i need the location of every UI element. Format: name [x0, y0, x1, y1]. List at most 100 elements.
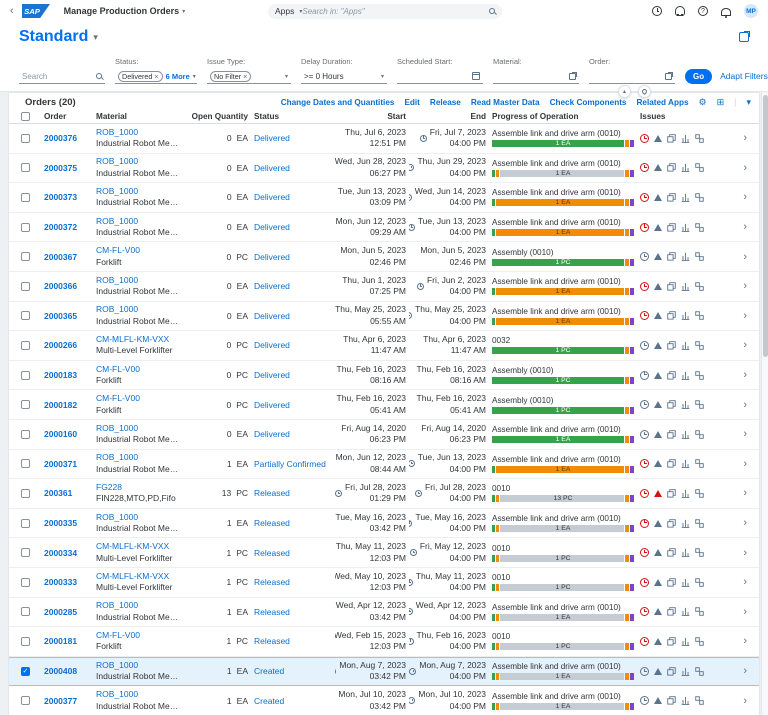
order-link[interactable]: 2000266: [44, 340, 77, 350]
material-link[interactable]: ROB_1000: [96, 186, 182, 197]
issue-type-filter-control[interactable]: No Filter× ▾: [207, 69, 291, 84]
order-link[interactable]: 2000371: [44, 459, 77, 469]
support-icon[interactable]: [675, 6, 685, 16]
row-checkbox[interactable]: [21, 519, 30, 528]
delay-duration-filter-control[interactable]: >= 0 Hours ▾: [301, 69, 387, 84]
status-filter-control[interactable]: Delivered× 6 More ▾: [115, 69, 197, 84]
row-navigation-chevron[interactable]: ›: [729, 695, 755, 707]
shell-search[interactable]: Apps ▾: [268, 4, 502, 19]
help-icon[interactable]: ?: [698, 6, 708, 16]
row-checkbox[interactable]: [21, 371, 30, 380]
row-checkbox[interactable]: [21, 400, 30, 409]
column-header-progress[interactable]: Progress of Operation: [489, 112, 637, 121]
row-checkbox[interactable]: [21, 548, 30, 557]
order-link[interactable]: 2000160: [44, 429, 77, 439]
calendar-icon[interactable]: [472, 72, 480, 80]
table-row[interactable]: 2000266 CM-MLFL-KM-VXX Multi-Level Forkl…: [9, 331, 759, 361]
export-icon[interactable]: ⊞: [717, 97, 725, 108]
chevron-down-icon[interactable]: ▾: [285, 73, 288, 80]
row-navigation-chevron[interactable]: ›: [729, 606, 755, 618]
value-help-icon[interactable]: [569, 73, 576, 80]
row-navigation-chevron[interactable]: ›: [729, 369, 755, 381]
table-row[interactable]: 2000335 ROB_1000 Industrial Robot Medium…: [9, 509, 759, 539]
column-header-order[interactable]: Order: [41, 112, 93, 121]
material-link[interactable]: ROB_1000: [96, 689, 182, 700]
row-checkbox[interactable]: [21, 696, 30, 705]
order-link[interactable]: 2000182: [44, 400, 77, 410]
search-icon[interactable]: [489, 8, 495, 14]
row-navigation-chevron[interactable]: ›: [729, 132, 755, 144]
material-link[interactable]: FG228: [96, 482, 182, 493]
table-row[interactable]: 2000366 ROB_1000 Industrial Robot Medium…: [9, 272, 759, 302]
table-row[interactable]: 2000182 CM-FL-V00 Forklift 0 PC Delivere…: [9, 390, 759, 420]
row-checkbox[interactable]: [21, 341, 30, 350]
share-icon[interactable]: [739, 32, 749, 42]
chevron-down-icon[interactable]: ▾: [93, 32, 98, 43]
order-link[interactable]: 2000372: [44, 222, 77, 232]
adapt-filters-link[interactable]: Adapt Filters (3): [720, 69, 768, 84]
row-navigation-chevron[interactable]: ›: [729, 251, 755, 263]
search-input[interactable]: [22, 72, 93, 81]
order-link[interactable]: 200361: [44, 488, 72, 498]
row-checkbox[interactable]: [21, 163, 30, 172]
related-apps-button[interactable]: Related Apps: [636, 98, 688, 107]
row-navigation-chevron[interactable]: ›: [729, 517, 755, 529]
material-link[interactable]: ROB_1000: [96, 452, 182, 463]
scheduled-start-filter-control[interactable]: [397, 69, 483, 84]
select-all-checkbox[interactable]: [21, 112, 30, 121]
pin-filter-bar-button[interactable]: [638, 85, 651, 98]
issue-type-token[interactable]: No Filter×: [210, 71, 251, 82]
table-row[interactable]: 200361 FG228 FIN228,MTO,PD,Fifo 13 PC Re…: [9, 479, 759, 509]
table-row[interactable]: 2000334 CM-MLFL-KM-VXX Multi-Level Forkl…: [9, 538, 759, 568]
row-navigation-chevron[interactable]: ›: [729, 221, 755, 233]
row-navigation-chevron[interactable]: ›: [729, 162, 755, 174]
column-header-issues[interactable]: Issues: [637, 112, 729, 121]
row-navigation-chevron[interactable]: ›: [729, 339, 755, 351]
row-navigation-chevron[interactable]: ›: [729, 635, 755, 647]
order-link[interactable]: 2000183: [44, 370, 77, 380]
change-dates-quantities-button[interactable]: Change Dates and Quantities: [281, 98, 395, 107]
material-link[interactable]: ROB_1000: [96, 275, 182, 286]
row-checkbox[interactable]: [21, 430, 30, 439]
search-icon[interactable]: [96, 73, 102, 79]
row-checkbox[interactable]: [21, 459, 30, 468]
status-token[interactable]: Delivered×: [118, 71, 163, 82]
material-link[interactable]: ROB_1000: [96, 423, 182, 434]
row-navigation-chevron[interactable]: ›: [729, 399, 755, 411]
order-link[interactable]: 2000285: [44, 607, 77, 617]
order-link[interactable]: 2000181: [44, 636, 77, 646]
order-link[interactable]: 2000375: [44, 163, 77, 173]
material-filter-control[interactable]: [493, 69, 579, 84]
row-checkbox[interactable]: [21, 489, 30, 498]
material-link[interactable]: ROB_1000: [96, 600, 182, 611]
chevron-down-icon[interactable]: ▾: [381, 73, 384, 80]
order-link[interactable]: 2000366: [44, 281, 77, 291]
order-link[interactable]: 2000333: [44, 577, 77, 587]
table-row[interactable]: 2000160 ROB_1000 Industrial Robot Medium…: [9, 420, 759, 450]
material-link[interactable]: CM-MLFL-KM-VXX: [96, 541, 182, 552]
column-header-status[interactable]: Status: [251, 112, 335, 121]
scrollbar-thumb[interactable]: [763, 95, 768, 357]
order-link[interactable]: 2000408: [44, 666, 77, 676]
material-link[interactable]: ROB_1000: [96, 127, 182, 138]
row-navigation-chevron[interactable]: ›: [729, 547, 755, 559]
row-checkbox[interactable]: [21, 607, 30, 616]
row-checkbox[interactable]: [21, 282, 30, 291]
page-title[interactable]: Standard: [19, 28, 88, 46]
material-link[interactable]: CM-FL-V00: [96, 630, 182, 641]
row-navigation-chevron[interactable]: ›: [729, 487, 755, 499]
material-link[interactable]: ROB_1000: [96, 304, 182, 315]
material-link[interactable]: CM-MLFL-KM-VXX: [96, 571, 182, 582]
row-navigation-chevron[interactable]: ›: [729, 191, 755, 203]
row-checkbox[interactable]: [21, 637, 30, 646]
edit-button[interactable]: Edit: [404, 98, 419, 107]
table-row[interactable]: 2000333 CM-MLFL-KM-VXX Multi-Level Forkl…: [9, 568, 759, 598]
material-link[interactable]: ROB_1000: [96, 660, 182, 671]
release-button[interactable]: Release: [430, 98, 461, 107]
table-row[interactable]: 2000375 ROB_1000 Industrial Robot Medium…: [9, 154, 759, 184]
collapse-filter-bar-button[interactable]: ▴: [618, 85, 631, 98]
material-link[interactable]: CM-MLFL-KM-VXX: [96, 334, 182, 345]
material-link[interactable]: CM-FL-V00: [96, 245, 182, 256]
value-help-icon[interactable]: [665, 73, 672, 80]
table-row[interactable]: 2000285 ROB_1000 Industrial Robot Medium…: [9, 598, 759, 628]
